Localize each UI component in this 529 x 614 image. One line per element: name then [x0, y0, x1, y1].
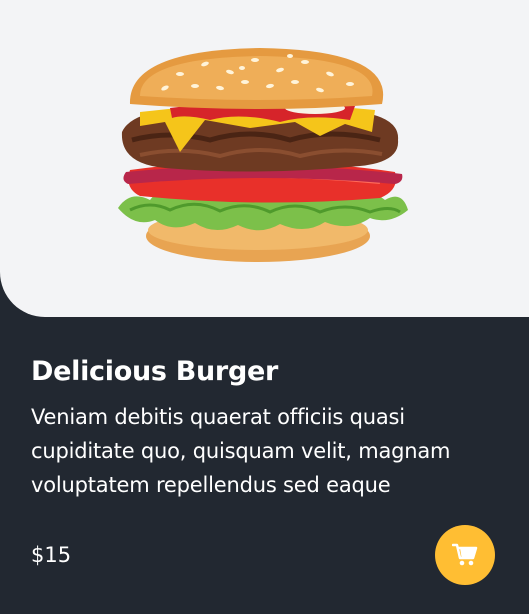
- product-details: Delicious Burger Veniam debitis quaerat …: [31, 346, 501, 502]
- product-title: Delicious Burger: [31, 356, 279, 387]
- product-price: $15: [31, 543, 72, 567]
- product-card: Delicious Burger Veniam debitis quaerat …: [0, 0, 529, 614]
- add-to-cart-button[interactable]: [435, 525, 495, 585]
- product-description: Veniam debitis quaerat officiis quasi cu…: [31, 405, 451, 497]
- product-image-box: [0, 0, 529, 317]
- shopping-cart-icon: [452, 543, 478, 566]
- burger-image: [118, 48, 408, 262]
